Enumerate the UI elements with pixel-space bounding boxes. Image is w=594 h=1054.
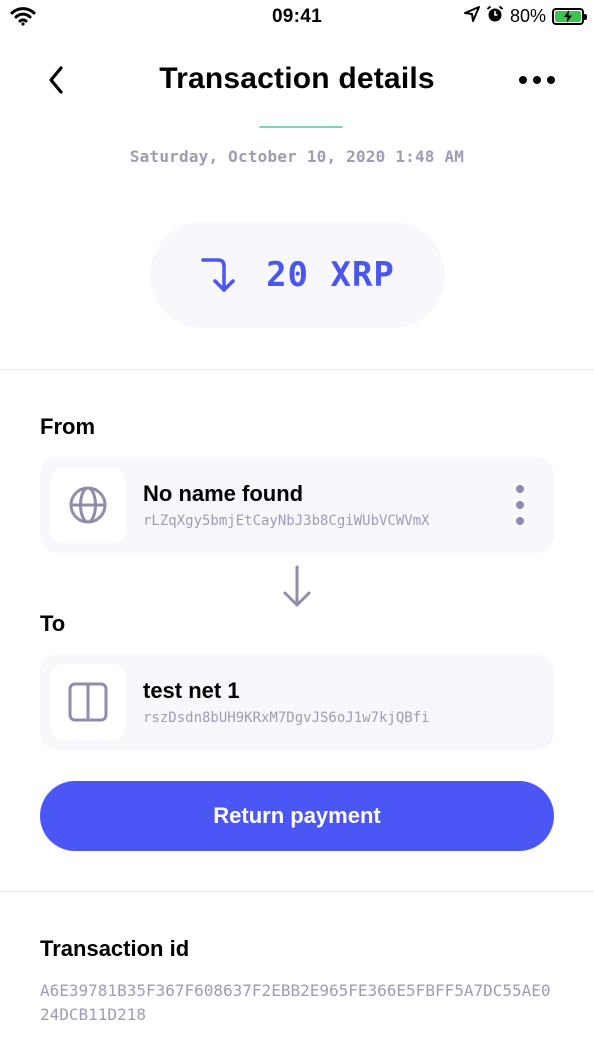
accent-line (259, 126, 343, 128)
from-avatar (50, 467, 126, 543)
status-bar: 09:41 80% (0, 0, 594, 34)
amount-pill: 20 XRP (150, 222, 445, 328)
kebab-dot (516, 501, 524, 509)
battery-icon (552, 8, 587, 25)
from-account-card[interactable]: No name found rLZqXgy5bmjEtCayNbJ3b8CgiW… (40, 457, 554, 553)
from-account-menu-button[interactable] (514, 485, 526, 525)
battery-fill (555, 10, 581, 23)
return-payment-button[interactable]: Return payment (40, 781, 554, 851)
page-title: Transaction details (159, 62, 435, 95)
battery-percent: 80% (509, 6, 546, 26)
more-dot (533, 76, 541, 84)
more-options-button[interactable] (512, 60, 562, 100)
kebab-dot (516, 517, 524, 525)
to-avatar (50, 664, 126, 740)
transaction-id-value[interactable]: A6E39781B35F367F608637F2EBB2E965FE366E5F… (40, 979, 554, 1027)
divider (0, 891, 594, 892)
amount-value: 20 XRP (266, 255, 395, 295)
to-account-address: rszDsdn8bUH9KRxM7DgvJS6oJ1w7kjQBfi (143, 710, 430, 726)
more-dot (547, 76, 555, 84)
more-dot (519, 76, 527, 84)
location-icon (463, 6, 480, 27)
arrow-down-icon (281, 565, 313, 614)
to-account-name: test net 1 (143, 678, 240, 703)
to-label: To (40, 611, 66, 636)
divider (0, 369, 594, 370)
incoming-arrow-icon (201, 258, 235, 292)
kebab-dot (516, 485, 524, 493)
globe-icon (69, 486, 107, 524)
to-account-card[interactable]: test net 1 rszDsdn8bUH9KRxM7DgvJS6oJ1w7k… (40, 654, 554, 750)
header: Transaction details (0, 52, 594, 108)
from-account-address: rLZqXgy5bmjEtCayNbJ3b8CgiWUbVCWVmX (143, 513, 430, 529)
alarm-icon (486, 5, 504, 28)
transaction-date: Saturday, October 10, 2020 1:48 AM (129, 147, 465, 166)
from-account-name: No name found (143, 481, 304, 506)
transaction-id-label: Transaction id (40, 936, 190, 961)
from-label: From (40, 414, 95, 439)
wallet-icon (68, 682, 108, 722)
